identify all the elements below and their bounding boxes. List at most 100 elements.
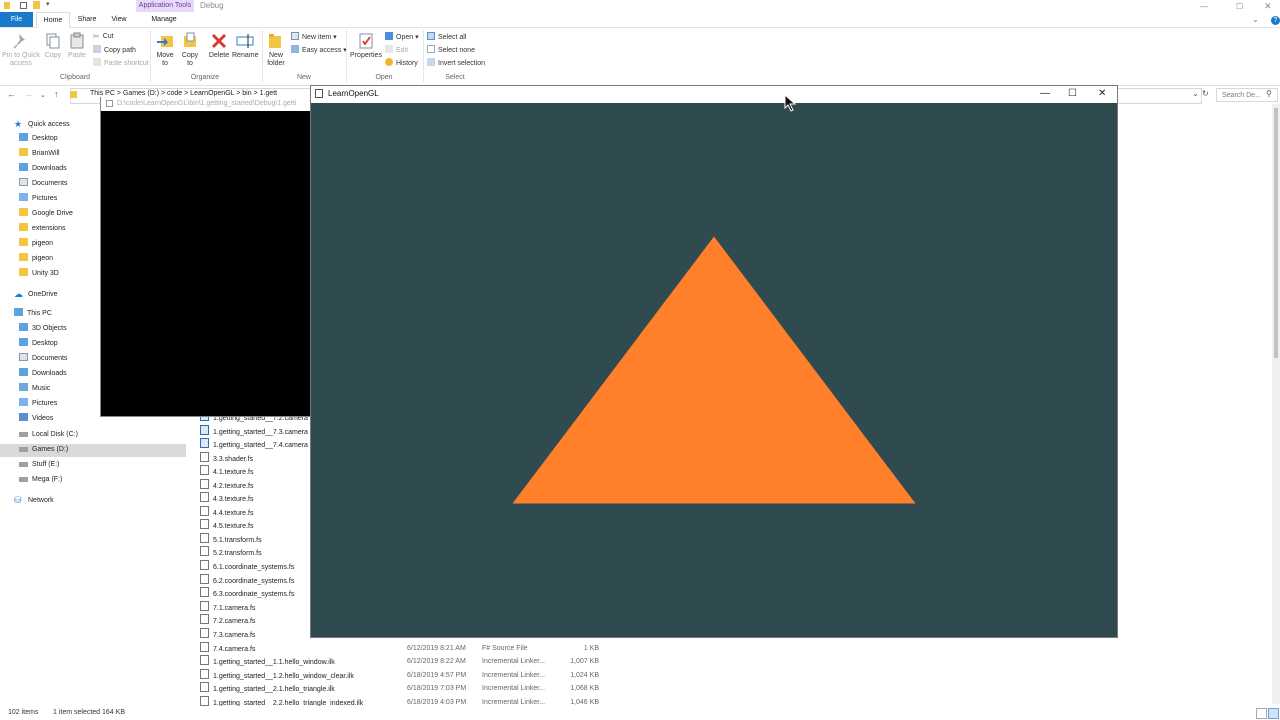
- copy-button[interactable]: Copy: [42, 32, 64, 60]
- nav-item-unity-3d[interactable]: Unity 3D: [19, 268, 59, 280]
- help-icon[interactable]: ?: [1271, 16, 1280, 25]
- gl-minimize-icon[interactable]: —: [1040, 88, 1050, 99]
- nav-this-pc[interactable]: This PC: [14, 308, 52, 320]
- list-item[interactable]: 6.1.coordinate_systems.fs: [200, 560, 294, 573]
- nav-item-music[interactable]: Music: [19, 383, 50, 395]
- gl-close-icon[interactable]: ✕: [1098, 88, 1106, 99]
- nav-item-pc-desktop[interactable]: Desktop: [19, 338, 58, 350]
- console-window[interactable]: [100, 97, 316, 417]
- maximize-icon[interactable]: ☐: [1236, 2, 1243, 11]
- list-item[interactable]: 1.getting_started__7.3.camera: [200, 425, 308, 438]
- list-item[interactable]: 1.getting_started__1.1.hello_window.ilk: [200, 655, 335, 668]
- pin-quick-access-button[interactable]: Pin to Quick access: [2, 32, 40, 68]
- nav-item-local-disk-c[interactable]: Local Disk (C:): [19, 429, 78, 441]
- easy-access-button[interactable]: Easy access ▾: [291, 45, 347, 54]
- address-dropdown-icon[interactable]: ⌄: [1192, 89, 1199, 98]
- copy-to-button[interactable]: Copy to: [179, 32, 201, 68]
- scrollbar-thumb[interactable]: [1274, 108, 1278, 358]
- opengl-title-bar[interactable]: [310, 85, 1118, 103]
- list-item[interactable]: 6.3.coordinate_systems.fs: [200, 587, 294, 600]
- nav-item-downloads[interactable]: Downloads: [19, 163, 67, 175]
- nav-onedrive[interactable]: ☁ OneDrive: [14, 288, 58, 300]
- list-item[interactable]: 1.getting_started__2.1.hello_triangle.il…: [200, 682, 335, 695]
- forward-arrow-icon[interactable]: →: [24, 89, 33, 99]
- nav-item-pc-downloads[interactable]: Downloads: [19, 368, 67, 380]
- list-item[interactable]: 1.getting_started__1.2.hello_window_clea…: [200, 669, 354, 682]
- properties-button[interactable]: Properties: [350, 32, 382, 60]
- nav-item-stuff-e[interactable]: Stuff (E:): [19, 459, 60, 471]
- delete-label: Delete: [208, 52, 230, 59]
- delete-button[interactable]: Delete: [207, 32, 231, 60]
- customize-qat-icon[interactable]: ▾: [46, 0, 50, 8]
- nav-item-pigeon[interactable]: pigeon: [19, 238, 53, 250]
- nav-item-videos[interactable]: Videos: [19, 413, 53, 425]
- list-item[interactable]: 7.4.camera.fs: [200, 642, 255, 655]
- details-view-icon[interactable]: [1256, 708, 1267, 719]
- back-arrow-icon[interactable]: ←: [7, 89, 16, 99]
- move-to-button[interactable]: Move to: [154, 32, 176, 68]
- select-all-button[interactable]: Select all: [427, 32, 466, 41]
- search-icon[interactable]: ⚲: [1266, 89, 1272, 98]
- list-item[interactable]: 5.1.transform.fs: [200, 533, 262, 546]
- up-arrow-icon[interactable]: ↑: [54, 89, 59, 99]
- open-button[interactable]: Open ▾: [385, 32, 419, 41]
- edit-button[interactable]: Edit: [385, 45, 408, 54]
- nav-label: Unity 3D: [32, 270, 59, 277]
- list-item[interactable]: 6.2.coordinate_systems.fs: [200, 574, 294, 587]
- nav-item-games-d[interactable]: Games (D:): [19, 444, 68, 456]
- tab-file[interactable]: File: [0, 12, 33, 27]
- breadcrumb[interactable]: This PC > Games (D:) > code > LearnOpenG…: [90, 90, 277, 97]
- nav-label: Desktop: [32, 340, 58, 347]
- nav-item-pc-pictures[interactable]: Pictures: [19, 398, 57, 410]
- list-item[interactable]: 4.3.texture.fs: [200, 492, 253, 505]
- file-date: 6/12/2019 8:22 AM: [407, 658, 466, 665]
- nav-item-documents[interactable]: Documents: [19, 178, 67, 190]
- new-item-button[interactable]: New item ▾: [291, 32, 337, 41]
- cut-button[interactable]: ✂ Cut: [93, 32, 114, 41]
- invert-selection-button[interactable]: Invert selection: [427, 58, 485, 67]
- list-item[interactable]: 7.3.camera.fs: [200, 628, 255, 641]
- select-none-button[interactable]: Select none: [427, 45, 475, 54]
- close-icon[interactable]: ✕: [1264, 1, 1272, 12]
- recent-locations-icon[interactable]: ⌄: [40, 91, 46, 99]
- gl-maximize-icon[interactable]: ☐: [1068, 88, 1077, 99]
- list-item[interactable]: 4.4.texture.fs: [200, 506, 253, 519]
- large-icons-view-icon[interactable]: [1268, 708, 1279, 719]
- properties-quick-icon[interactable]: [20, 2, 27, 9]
- paste-button[interactable]: Paste: [66, 32, 88, 60]
- history-button[interactable]: History: [385, 58, 418, 67]
- list-item[interactable]: 7.2.camera.fs: [200, 614, 255, 627]
- expand-ribbon-icon[interactable]: ⌄: [1252, 15, 1259, 24]
- tab-home[interactable]: Home: [36, 12, 70, 28]
- list-item[interactable]: 3.3.shader.fs: [200, 452, 253, 465]
- nav-item-pc-documents[interactable]: Documents: [19, 353, 67, 365]
- list-item[interactable]: 4.1.texture.fs: [200, 465, 253, 478]
- nav-quick-access[interactable]: ★ Quick access: [14, 118, 70, 130]
- list-item[interactable]: 4.5.texture.fs: [200, 519, 253, 532]
- nav-item-desktop[interactable]: Desktop: [19, 133, 58, 145]
- new-folder-quick-icon[interactable]: [33, 1, 40, 9]
- list-item[interactable]: 4.2.texture.fs: [200, 479, 253, 492]
- nav-label: BrianWill: [32, 150, 60, 157]
- tab-manage[interactable]: Manage: [142, 12, 186, 27]
- copy-path-button[interactable]: Copy path: [93, 45, 136, 54]
- paste-shortcut-button[interactable]: Paste shortcut: [93, 58, 149, 67]
- new-folder-button[interactable]: New folder: [264, 32, 288, 68]
- nav-item-pigeon-2[interactable]: pigeon: [19, 253, 53, 265]
- nav-item-mega-f[interactable]: Mega (F:): [19, 474, 62, 486]
- tab-view[interactable]: View: [104, 12, 134, 27]
- nav-network[interactable]: ⛁ Network: [14, 494, 54, 506]
- list-item[interactable]: 5.2.transform.fs: [200, 546, 262, 559]
- tab-share[interactable]: Share: [72, 12, 102, 27]
- drive-icon: [19, 432, 28, 437]
- nav-item-3d-objects[interactable]: 3D Objects: [19, 323, 67, 335]
- rename-button[interactable]: Rename: [232, 32, 258, 60]
- nav-item-extensions[interactable]: extensions: [19, 223, 65, 235]
- list-item[interactable]: 7.1.camera.fs: [200, 601, 255, 614]
- refresh-icon[interactable]: ↻: [1202, 89, 1209, 98]
- nav-item-brianwill[interactable]: BrianWill: [19, 148, 60, 160]
- nav-item-pictures[interactable]: Pictures: [19, 193, 57, 205]
- list-item[interactable]: 1.getting_started__7.4.camera: [200, 438, 308, 451]
- nav-item-google-drive[interactable]: Google Drive: [19, 208, 73, 220]
- minimize-icon[interactable]: —: [1200, 2, 1208, 11]
